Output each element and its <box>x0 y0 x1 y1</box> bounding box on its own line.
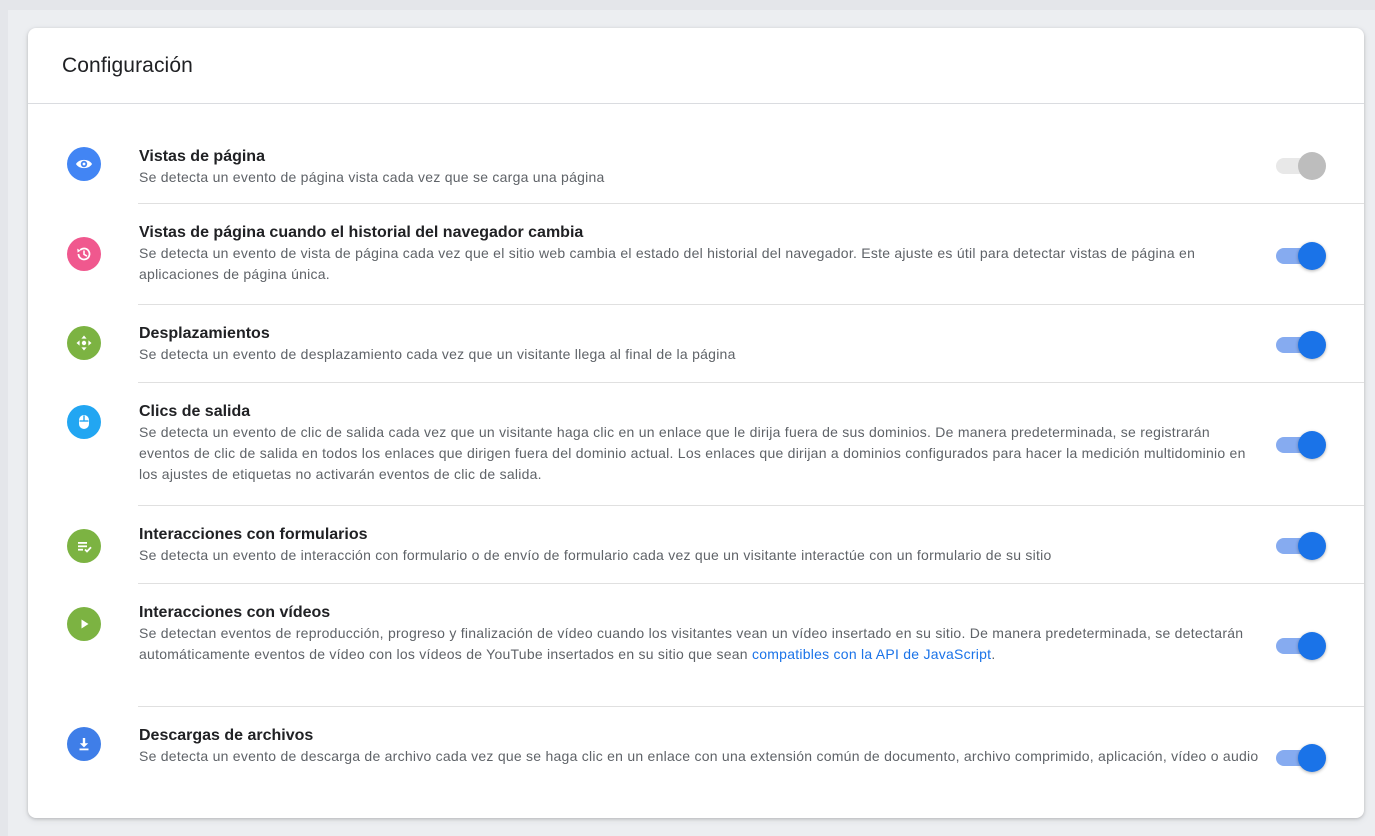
toggle-thumb <box>1298 632 1326 660</box>
page-views-toggle[interactable] <box>1276 151 1326 180</box>
toggle-thumb <box>1298 744 1326 772</box>
history-icon <box>67 237 101 271</box>
setting-title: Vistas de página cuando el historial del… <box>139 224 584 241</box>
form-interactions-toggle[interactable] <box>1276 531 1326 560</box>
play-icon <box>67 607 101 641</box>
download-icon <box>67 727 101 761</box>
outbound-clicks-toggle[interactable] <box>1276 430 1326 459</box>
toggle-thumb <box>1298 242 1326 270</box>
setting-title: Descargas de archivos <box>139 727 314 744</box>
description-text: Se detectan eventos de reproducción, pro… <box>139 625 1244 662</box>
setting-description: Se detectan eventos de reproducción, pro… <box>139 623 1259 665</box>
setting-row-outbound-clicks: Clics de salida Se detecta un evento de … <box>28 383 1364 506</box>
setting-row-scroll: Desplazamientos Se detecta un evento de … <box>28 305 1364 383</box>
history-change-toggle[interactable] <box>1276 241 1326 270</box>
move-arrows-icon <box>67 326 101 360</box>
scroll-toggle[interactable] <box>1276 330 1326 359</box>
page-title: Configuración <box>62 53 193 77</box>
setting-row-file-downloads: Descargas de archivos Se detecta un even… <box>28 707 1364 818</box>
eye-icon <box>67 147 101 181</box>
file-downloads-toggle[interactable] <box>1276 743 1326 772</box>
description-end: . <box>991 646 996 662</box>
setting-title: Clics de salida <box>139 403 251 420</box>
javascript-api-link[interactable]: compatibles con la API de JavaScript <box>752 646 991 662</box>
setting-row-form-interactions: Interacciones con formularios Se detecta… <box>28 506 1364 584</box>
form-check-icon <box>67 529 101 563</box>
setting-description: Se detecta un evento de página vista cad… <box>139 169 605 185</box>
setting-title: Desplazamientos <box>139 325 270 342</box>
window-top-edge <box>0 0 1375 10</box>
toggle-thumb <box>1298 431 1326 459</box>
setting-title: Vistas de página <box>139 148 265 165</box>
toggle-thumb <box>1298 152 1326 180</box>
card-header: Configuración <box>28 28 1364 104</box>
mouse-icon <box>67 405 101 439</box>
video-interactions-toggle[interactable] <box>1276 631 1326 660</box>
toggle-thumb <box>1298 331 1326 359</box>
setting-description: Se detecta un evento de desplazamiento c… <box>139 346 736 362</box>
setting-row-page-views: Vistas de página Se detecta un evento de… <box>28 104 1364 204</box>
setting-description: Se detecta un evento de interacción con … <box>139 547 1052 563</box>
settings-card: Configuración Vistas de página Se detect… <box>28 28 1364 818</box>
setting-title: Interacciones con formularios <box>139 526 368 543</box>
setting-title: Interacciones con vídeos <box>139 604 331 621</box>
setting-row-video-interactions: Interacciones con vídeos Se detectan eve… <box>28 584 1364 707</box>
setting-description: Se detecta un evento de descarga de arch… <box>139 748 1259 764</box>
toggle-thumb <box>1298 532 1326 560</box>
setting-description: Se detecta un evento de clic de salida c… <box>139 424 1246 482</box>
setting-description: Se detecta un evento de vista de página … <box>139 245 1196 282</box>
setting-row-history-change: Vistas de página cuando el historial del… <box>28 204 1364 305</box>
window-left-edge <box>0 0 8 836</box>
